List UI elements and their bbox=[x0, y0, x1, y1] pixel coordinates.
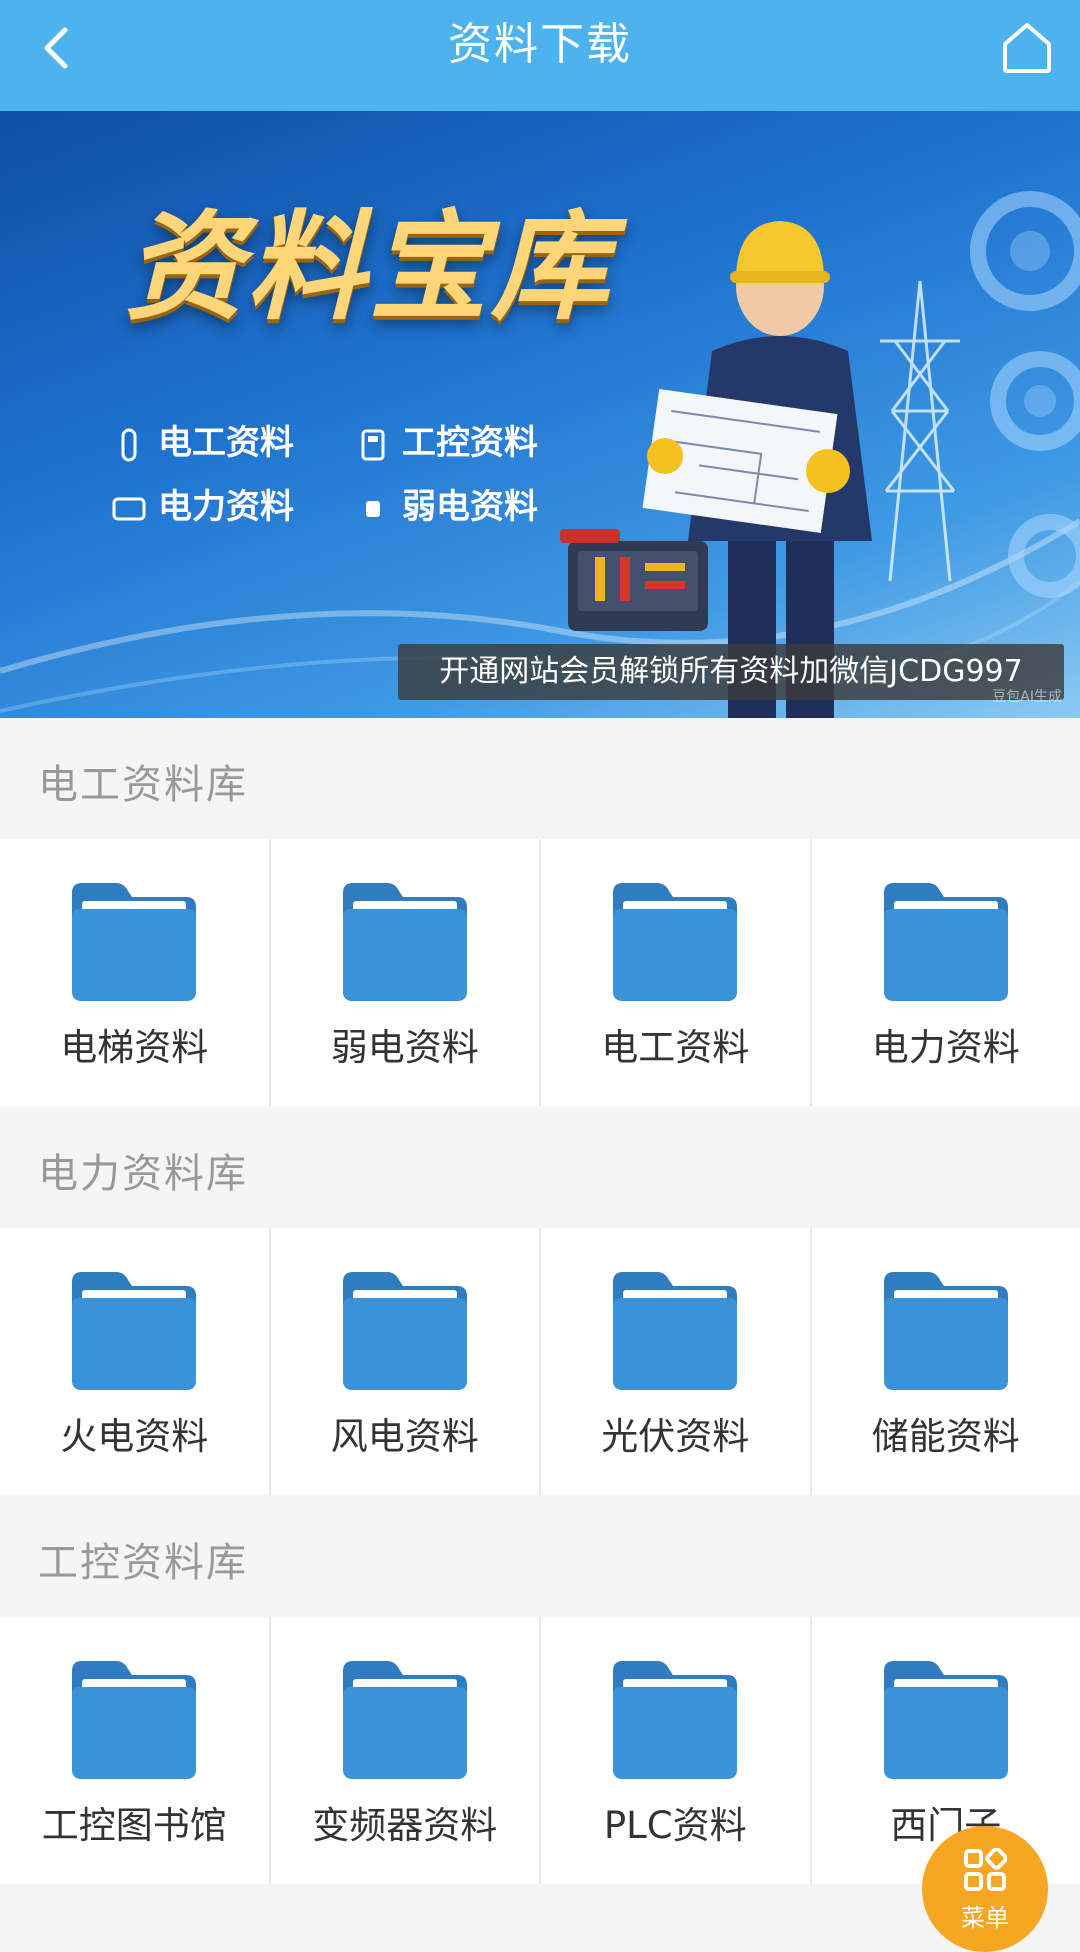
folder-icon bbox=[64, 1649, 204, 1789]
plc-icon bbox=[112, 492, 146, 526]
category-label: 变频器资料 bbox=[271, 1795, 540, 1849]
folder-icon bbox=[335, 1260, 475, 1400]
folder-icon bbox=[64, 1260, 204, 1400]
banner-tag-label: 弱电资料 bbox=[402, 487, 538, 527]
category-item[interactable]: PLC资料 bbox=[541, 1617, 810, 1884]
banner-tag-control: 工控资料 bbox=[356, 415, 538, 464]
category-grid-control: 工控图书馆 变频器资料 PLC资料 西门子 bbox=[0, 1617, 1080, 1884]
category-label: 电力资料 bbox=[812, 1017, 1080, 1071]
banner-tag-label: 电工资料 bbox=[158, 423, 294, 463]
promo-banner[interactable]: 资料宝库 电工资料 工控资料 电力资料 弱电资料 开通网站会员解锁所有资料加微信… bbox=[0, 111, 1080, 718]
category-label: 电梯资料 bbox=[0, 1017, 269, 1071]
folder-icon bbox=[876, 1260, 1016, 1400]
folder-icon bbox=[605, 1260, 745, 1400]
banner-tag-power: 电力资料 bbox=[112, 479, 294, 528]
category-label: PLC资料 bbox=[541, 1795, 810, 1849]
category-item[interactable]: 电力资料 bbox=[812, 839, 1080, 1106]
category-item[interactable]: 火电资料 bbox=[0, 1228, 269, 1495]
ai-watermark: 豆包AI生成 bbox=[992, 686, 1062, 706]
category-grid-power: 火电资料 风电资料 光伏资料 储能资料 bbox=[0, 1228, 1080, 1495]
category-label: 电工资料 bbox=[541, 1017, 810, 1071]
section-title-control: 工控资料库 bbox=[38, 1530, 248, 1588]
folder-icon bbox=[876, 1649, 1016, 1789]
category-label: 工控图书馆 bbox=[0, 1795, 269, 1849]
section-title-electrician: 电工资料库 bbox=[38, 752, 248, 810]
category-grid-electrician: 电梯资料 弱电资料 电工资料 电力资料 bbox=[0, 839, 1080, 1106]
banner-tag-electrician: 电工资料 bbox=[112, 415, 294, 464]
category-item[interactable]: 储能资料 bbox=[812, 1228, 1080, 1495]
banner-title: 资料宝库 bbox=[125, 171, 613, 342]
menu-fab-button[interactable]: 菜单 bbox=[922, 1826, 1048, 1952]
category-item[interactable]: 光伏资料 bbox=[541, 1228, 810, 1495]
category-item[interactable]: 弱电资料 bbox=[271, 839, 540, 1106]
category-item[interactable]: 风电资料 bbox=[271, 1228, 540, 1495]
category-label: 火电资料 bbox=[0, 1406, 269, 1460]
category-item[interactable]: 电梯资料 bbox=[0, 839, 269, 1106]
category-label: 光伏资料 bbox=[541, 1406, 810, 1460]
page-title: 资料下载 bbox=[0, 0, 1080, 90]
controller-icon bbox=[356, 428, 390, 462]
grid-menu-icon bbox=[963, 1848, 1007, 1892]
banner-tag-label: 电力资料 bbox=[158, 487, 294, 527]
membership-notice: 开通网站会员解锁所有资料加微信JCDG997 bbox=[398, 644, 1064, 700]
category-item[interactable]: 工控图书馆 bbox=[0, 1617, 269, 1884]
category-label: 风电资料 bbox=[271, 1406, 540, 1460]
folder-icon bbox=[335, 871, 475, 1011]
section-title-power: 电力资料库 bbox=[38, 1141, 248, 1199]
category-item[interactable]: 电工资料 bbox=[541, 839, 810, 1106]
category-label: 储能资料 bbox=[812, 1406, 1080, 1460]
chip-icon bbox=[356, 492, 390, 526]
app-header: 资料下载 bbox=[0, 0, 1080, 111]
folder-icon bbox=[605, 1649, 745, 1789]
home-button[interactable] bbox=[996, 16, 1058, 78]
folder-icon bbox=[876, 871, 1016, 1011]
folder-icon bbox=[64, 871, 204, 1011]
tester-icon bbox=[112, 428, 146, 462]
menu-fab-label: 菜单 bbox=[922, 1898, 1048, 1933]
banner-tag-label: 工控资料 bbox=[402, 423, 538, 463]
category-label: 弱电资料 bbox=[271, 1017, 540, 1071]
folder-icon bbox=[335, 1649, 475, 1789]
banner-tag-low-voltage: 弱电资料 bbox=[356, 479, 538, 528]
home-icon bbox=[996, 16, 1058, 78]
category-item[interactable]: 变频器资料 bbox=[271, 1617, 540, 1884]
folder-icon bbox=[605, 871, 745, 1011]
